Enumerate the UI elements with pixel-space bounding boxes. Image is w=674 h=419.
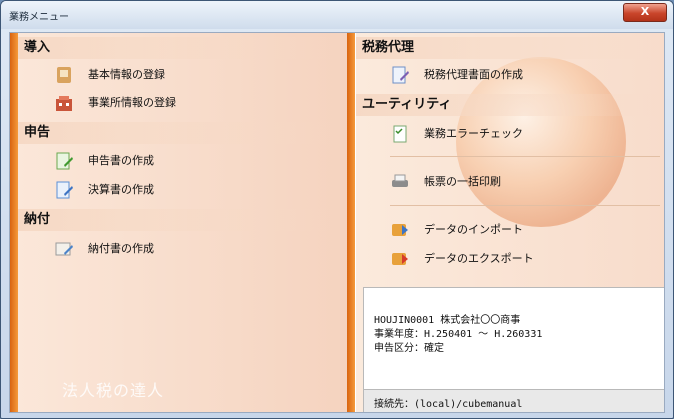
menu-client-area: 導入 基本情報の登録 事業所情報の登録 申告 申告書の作成 決算書の作成 納付 <box>9 32 665 413</box>
menu-item-financial-statement[interactable]: 決算書の作成 <box>54 178 314 202</box>
section-heading-tax-agent: 税務代理 <box>356 37 662 59</box>
filing-type: 申告区分：確定 <box>374 343 444 354</box>
checklist-icon <box>393 125 407 143</box>
window-title: 業務メニュー <box>9 12 69 23</box>
menu-item-data-export[interactable]: データのエクスポート <box>390 247 650 271</box>
menu-item-data-import[interactable]: データのインポート <box>390 218 650 242</box>
menu-item-label: 税務代理書面の作成 <box>424 68 523 81</box>
menu-item-label: 納付書の作成 <box>88 242 154 255</box>
menu-item-payment-slip[interactable]: 納付書の作成 <box>54 237 314 261</box>
left-accent-bar <box>10 33 18 412</box>
menu-item-label: 業務エラーチェック <box>424 127 523 140</box>
right-accent-bar <box>347 33 355 412</box>
connection-status-bar: 接続先：(local)/cubemanual <box>363 389 664 412</box>
printer-icon <box>392 174 408 187</box>
main-window: 業務メニュー X 導入 基本情報の登録 事業所情報の登録 申告 申告書の作成 決 <box>0 0 674 419</box>
product-logo: 法人税の達人 <box>62 381 165 400</box>
close-button[interactable]: X <box>623 3 667 22</box>
office-building-icon <box>56 96 72 111</box>
divider <box>390 205 660 206</box>
menu-item-label: データのエクスポート <box>424 252 534 265</box>
left-menu-panel: 導入 基本情報の登録 事業所情報の登録 申告 申告書の作成 決算書の作成 納付 <box>18 33 347 412</box>
menu-item-office-info[interactable]: 事業所情報の登録 <box>54 91 314 115</box>
fiscal-year: 事業年度：H.250401 ～ H.260331 <box>374 329 543 340</box>
menu-item-label: データのインポート <box>424 223 523 236</box>
menu-item-tax-return[interactable]: 申告書の作成 <box>54 149 347 173</box>
document-edit-icon <box>392 66 409 84</box>
company-info-box: HOUJIN0001 株式会社〇〇商事 事業年度：H.250401 ～ H.26… <box>363 287 664 390</box>
database-export-icon <box>392 253 408 265</box>
menu-item-label: 基本情報の登録 <box>88 68 165 81</box>
address-book-icon <box>57 67 71 83</box>
document-edit-icon <box>55 242 73 256</box>
document-edit-icon <box>56 181 73 199</box>
document-edit-icon <box>56 152 73 170</box>
company-code-name: HOUJIN0001 株式会社〇〇商事 <box>374 315 521 326</box>
section-heading-utility: ユーティリティ <box>356 94 662 116</box>
menu-item-label: 決算書の作成 <box>88 183 154 196</box>
menu-item-label: 帳票の一括印刷 <box>424 175 501 188</box>
menu-item-tax-agent-document[interactable]: 税務代理書面の作成 <box>390 63 650 87</box>
menu-item-label: 事業所情報の登録 <box>88 96 176 109</box>
connection-label: 接続先：(local)/cubemanual <box>374 399 523 410</box>
section-heading-payment: 納付 <box>18 209 334 231</box>
menu-item-basic-info[interactable]: 基本情報の登録 <box>54 63 314 87</box>
divider <box>390 156 660 157</box>
database-import-icon <box>392 224 408 236</box>
menu-item-error-check[interactable]: 業務エラーチェック <box>390 122 650 146</box>
menu-item-batch-print[interactable]: 帳票の一括印刷 <box>390 170 650 194</box>
title-bar[interactable]: 業務メニュー X <box>1 1 673 29</box>
menu-item-label: 申告書の作成 <box>88 154 154 167</box>
section-heading-filing: 申告 <box>18 122 334 144</box>
section-heading-intro: 導入 <box>18 37 334 59</box>
